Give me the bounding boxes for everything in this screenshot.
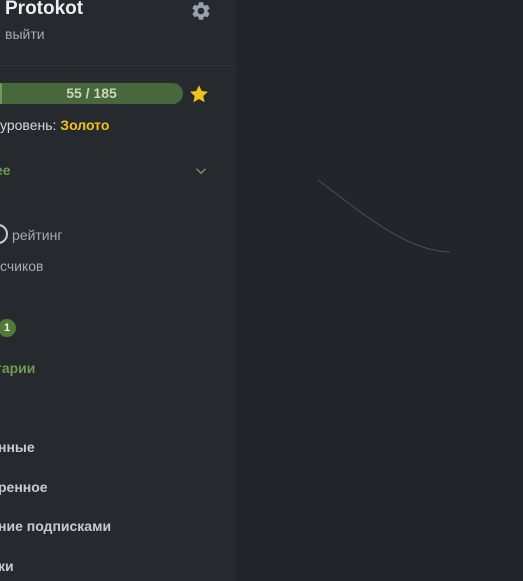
subscribers-label[interactable]: счиков — [0, 258, 43, 274]
nav-item-saved[interactable]: нные — [0, 439, 35, 455]
comments-link[interactable]: гарии — [0, 360, 35, 376]
username[interactable]: Protokot — [5, 0, 83, 20]
level-prefix: уровень: — [0, 117, 57, 133]
nav-item-subscriptions[interactable]: ние подписками — [0, 518, 111, 534]
nav-item-more[interactable]: ки — [0, 558, 14, 574]
chevron-down-icon[interactable] — [194, 164, 208, 178]
logout-link[interactable]: выйти — [5, 26, 45, 42]
divider — [0, 65, 236, 66]
sidebar: Protokot выйти 55 / 185 уровень: Золото … — [0, 0, 237, 581]
experience-progress-bar: 55 / 185 — [0, 83, 183, 104]
notification-badge: 1 — [0, 319, 16, 337]
gear-icon[interactable] — [190, 0, 212, 22]
progress-label: 55 / 185 — [66, 85, 117, 101]
rating-label[interactable]: рейтинг — [12, 227, 62, 243]
loading-stroke — [317, 179, 451, 253]
page: Protokot выйти 55 / 185 уровень: Золото … — [0, 0, 523, 581]
nav-item-favorites[interactable]: ренное — [0, 479, 48, 495]
user-level: уровень: Золото — [0, 117, 109, 133]
more-toggle[interactable]: ее — [0, 162, 11, 178]
star-icon[interactable] — [188, 83, 210, 105]
level-value: Золото — [60, 117, 110, 133]
main-content — [236, 0, 523, 581]
rating-icon — [0, 224, 8, 244]
